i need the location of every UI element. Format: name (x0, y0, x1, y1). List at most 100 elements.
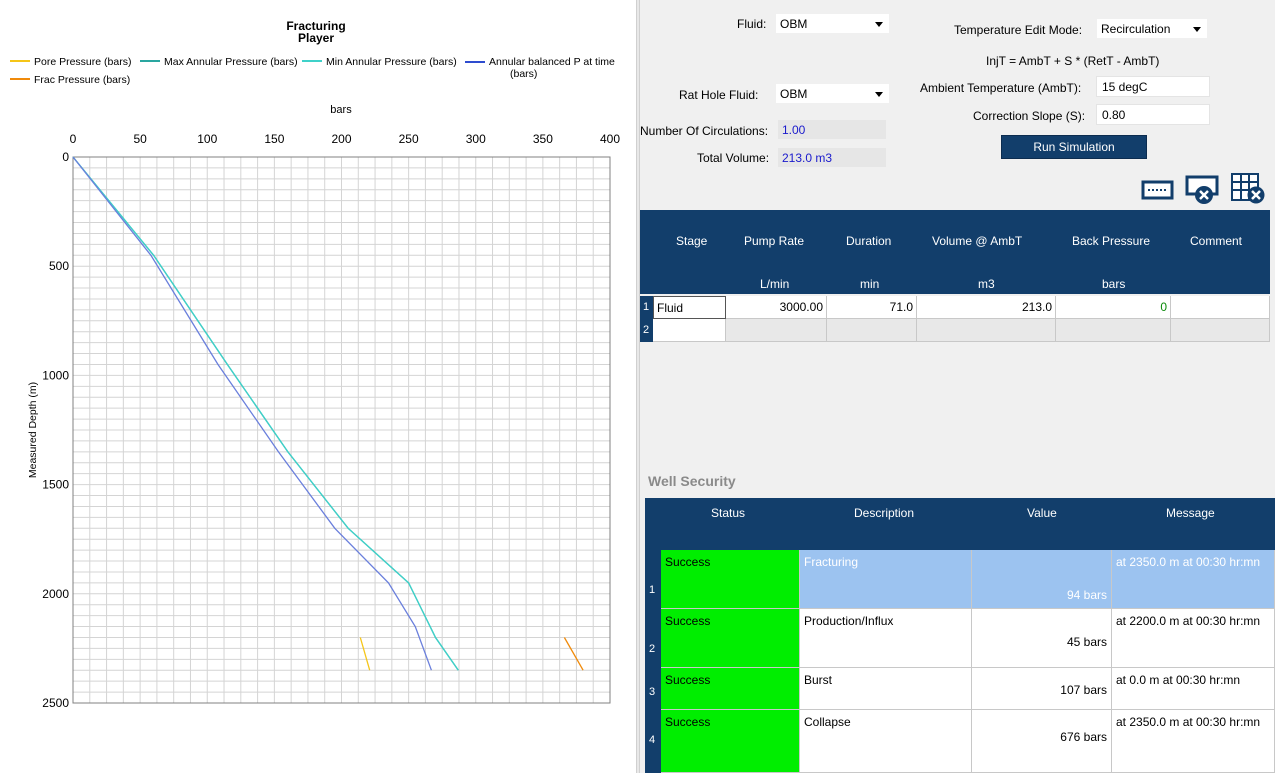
x-tick-label: 350 (533, 132, 553, 146)
col-comment: Comment (1190, 234, 1243, 248)
x-tick-label: 300 (466, 132, 486, 146)
cell-volume[interactable]: 213.0 (917, 296, 1056, 319)
circulations-label: Number Of Circulations: (640, 124, 769, 138)
table-row[interactable]: 1 Success Fracturing 94 bars at 2350.0 m… (645, 550, 1275, 609)
cell-status: Success (661, 710, 800, 773)
col-description: Description (854, 506, 915, 520)
unit-volume: m3 (978, 277, 995, 291)
temp-mode-value: Recirculation (1101, 22, 1171, 36)
x-tick-label: 0 (70, 132, 77, 146)
col-value: Value (1027, 506, 1057, 520)
y-axis-label: Measured Depth (m) (27, 382, 39, 478)
cell-value: 107 bars (972, 668, 1112, 710)
stage-table: Stage Pump Rate Duration Volume @ AmbT B… (640, 210, 1270, 345)
add-row-icon[interactable] (1140, 172, 1176, 206)
cell-status: Success (661, 668, 800, 710)
x-tick-label: 250 (399, 132, 419, 146)
cell-pump-rate[interactable] (726, 319, 827, 342)
cell-status: Success (661, 609, 800, 668)
cell-stage[interactable]: Fluid (653, 296, 726, 319)
temperature-formula: InjT = AmbT + S * (RetT - AmbT) (986, 54, 1160, 68)
cell-duration[interactable] (827, 319, 917, 342)
cell-stage[interactable] (653, 319, 726, 342)
row-number: 2 (640, 319, 653, 342)
legend-label-annular-line2: (bars) (510, 68, 537, 80)
y-tick-label: 1000 (42, 368, 69, 382)
cell-duration[interactable]: 71.0 (827, 296, 917, 319)
col-message: Message (1166, 506, 1215, 520)
chevron-down-icon (875, 22, 883, 27)
cell-back-pressure[interactable]: 0 (1056, 296, 1171, 319)
row-number: 1 (640, 296, 653, 319)
table-row[interactable]: 2 Success Production/Influx 45 bars at 2… (645, 609, 1275, 668)
total-volume-label: Total Volume: (697, 151, 770, 165)
circulations-value: 1.00 (778, 120, 886, 139)
well-security-table: Status Description Value Message 1 Succe… (645, 498, 1275, 773)
stage-table-header: Stage Pump Rate Duration Volume @ AmbT B… (640, 210, 1270, 294)
col-duration: Duration (846, 234, 892, 248)
y-tick-label: 2000 (42, 587, 69, 601)
y-tick-label: 1500 (42, 478, 69, 492)
total-volume-value: 213.0 m3 (778, 148, 886, 167)
chevron-down-icon (1193, 27, 1201, 32)
x-tick-label: 400 (600, 132, 620, 146)
y-tick-label: 500 (49, 259, 69, 273)
ambient-temperature-input[interactable]: 15 degC (1096, 76, 1210, 97)
x-tick-label: 150 (264, 132, 284, 146)
table-row[interactable]: 4 Success Collapse 676 bars at 2350.0 m … (645, 710, 1275, 773)
col-stage: Stage (676, 234, 708, 248)
pressure-depth-chart: Fracturing Player Pore Pressure (bars) M… (10, 19, 621, 710)
cell-pump-rate[interactable]: 3000.00 (726, 296, 827, 319)
x-tick-label: 50 (133, 132, 147, 146)
delete-row-icon[interactable] (1185, 172, 1221, 206)
controls-pane: Fluid: OBM Rat Hole Fluid: OBM Number Of… (640, 0, 1275, 773)
cell-message: at 2350.0 m at 00:30 hr:mn (1112, 710, 1275, 773)
legend-label-frac: Frac Pressure (bars) (34, 74, 130, 86)
cell-description: Collapse (800, 710, 972, 773)
cell-message: at 2200.0 m at 00:30 hr:mn (1112, 609, 1275, 668)
chart-title-line2: Player (298, 31, 334, 45)
cell-volume[interactable] (917, 319, 1056, 342)
table-row[interactable]: 2 (640, 319, 1270, 342)
temp-mode-select[interactable]: Recirculation (1096, 18, 1208, 39)
x-tick-label: 100 (197, 132, 217, 146)
row-number: 1 (645, 550, 661, 609)
y-tick-label: 0 (62, 150, 69, 164)
run-simulation-button[interactable]: Run Simulation (1001, 135, 1147, 159)
fluid-label: Fluid: (737, 17, 767, 31)
y-axis-ticks: 0 500 1000 1500 2000 2500 (42, 150, 69, 710)
unit-back-pressure: bars (1102, 277, 1126, 291)
fluid-select[interactable]: OBM (775, 13, 890, 34)
row-number: 4 (645, 710, 661, 773)
ambient-label: Ambient Temperature (AmbT): (920, 81, 1082, 95)
x-tick-label: 200 (331, 132, 351, 146)
delete-table-icon[interactable] (1230, 172, 1266, 206)
rathole-select[interactable]: OBM (775, 83, 890, 104)
cell-description: Fracturing (800, 550, 972, 609)
chevron-down-icon (875, 92, 883, 97)
cell-message: at 2350.0 m at 00:30 hr:mn (1112, 550, 1275, 609)
cell-back-pressure[interactable] (1056, 319, 1171, 342)
x-axis-ticks: 0 50 100 150 200 250 300 350 400 (70, 132, 621, 146)
col-pump-rate: Pump Rate (744, 234, 805, 248)
legend-label-pore: Pore Pressure (bars) (34, 56, 131, 68)
chart-pane: Fracturing Player Pore Pressure (bars) M… (0, 0, 636, 773)
cell-comment[interactable] (1171, 296, 1270, 319)
cell-value: 45 bars (972, 609, 1112, 668)
correction-slope-input[interactable]: 0.80 (1096, 104, 1210, 125)
x-axis-unit-label: bars (330, 104, 352, 116)
cell-status: Success (661, 550, 800, 609)
cell-comment[interactable] (1171, 319, 1270, 342)
rathole-select-value: OBM (780, 87, 808, 101)
app-window: Fracturing Player Pore Pressure (bars) M… (0, 0, 1275, 773)
table-row[interactable]: 1 Fluid 3000.00 71.0 213.0 0 (640, 296, 1270, 319)
table-row[interactable]: 3 Success Burst 107 bars at 0.0 m at 00:… (645, 668, 1275, 710)
y-tick-label: 2500 (42, 696, 69, 710)
fluid-select-value: OBM (780, 17, 808, 31)
row-number: 2 (645, 609, 661, 668)
cell-message: at 0.0 m at 00:30 hr:mn (1112, 668, 1275, 710)
legend-label-max: Max Annular Pressure (bars) (164, 56, 298, 68)
plot-grid (72, 156, 611, 704)
unit-pump-rate: L/min (760, 277, 790, 291)
col-status: Status (711, 506, 746, 520)
